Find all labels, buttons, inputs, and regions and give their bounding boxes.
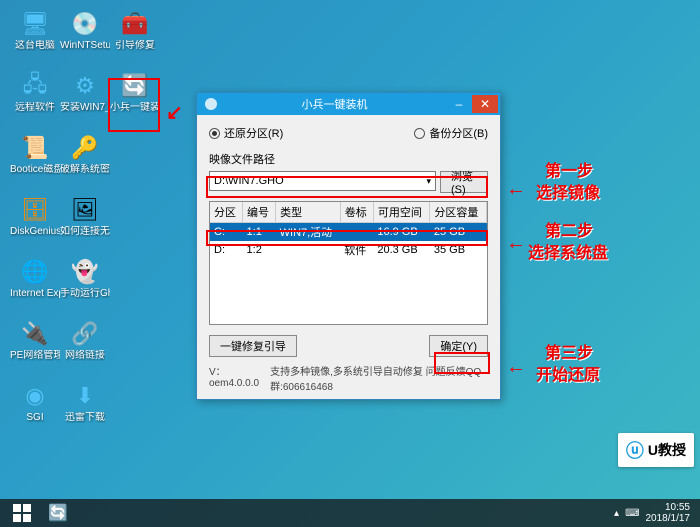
step1-sub: 选择镜像: [536, 184, 600, 204]
icon-pe-network[interactable]: 🔌 PE网络管理器: [11, 318, 59, 370]
image-icon: 🖼: [69, 194, 101, 226]
path-label: 映像文件路径: [209, 151, 488, 167]
icon-bootice[interactable]: 📜 Bootice磁盘工具: [11, 132, 59, 184]
app-icon: 🔄: [48, 503, 68, 523]
step2-title: 第二步: [545, 222, 593, 242]
icon-ghost[interactable]: 👻 手动运行Ghost: [61, 256, 109, 308]
close-button[interactable]: ✕: [472, 95, 498, 113]
step1-title: 第一步: [545, 162, 593, 182]
icon-sgi[interactable]: ◉ SGI: [11, 380, 59, 432]
system-tray[interactable]: ▴ ⌨ 10:55 2018/1/17: [614, 502, 696, 524]
desktop: 🖥 这台电脑 💿 WinNTSetup 🧰 引导修复 🖧 远程软件 ⚙ 安装WI…: [0, 0, 700, 499]
icon-thunder[interactable]: ⬇ 迅雷下载: [61, 380, 109, 432]
icon-winntsetup[interactable]: 💿 WinNTSetup: [61, 8, 109, 60]
tray-up-icon[interactable]: ▴: [614, 508, 619, 519]
step3-title: 第三步: [545, 344, 593, 364]
icon-this-pc[interactable]: 🖥 这台电脑: [11, 8, 59, 60]
highlight-path-box: [206, 176, 488, 198]
icon-install-win7[interactable]: ⚙ 安装WIN7_64...: [61, 70, 109, 122]
highlight-ok-box: [434, 352, 490, 374]
repair-boot-button[interactable]: 一键修复引导: [209, 335, 297, 357]
sgi-icon: ◉: [19, 380, 51, 412]
icon-net-conn[interactable]: 🔗 网络链接: [61, 318, 109, 370]
window-title: 小兵一键装机: [223, 96, 446, 112]
radio-restore[interactable]: 还原分区(R): [209, 125, 283, 141]
brand-logo: ⓤ U教授: [618, 433, 694, 467]
icon-wifi-help[interactable]: 🖼 如何连接无线网络: [61, 194, 109, 246]
watermark-text: JIAOSHOU.COM: [280, 260, 404, 275]
gear-icon: ⚙: [69, 70, 101, 102]
disk-icon: 🗄: [19, 194, 51, 226]
disc-icon: 💿: [69, 8, 101, 40]
radio-icon: [209, 128, 220, 139]
table-header-row: 分区 编号 类型 卷标 可用空间 分区容量: [210, 202, 487, 223]
ie-icon: 🌐: [19, 256, 51, 288]
minimize-button[interactable]: –: [446, 95, 472, 113]
network-icon: 🔌: [19, 318, 51, 350]
arrow-icon: ←: [506, 232, 526, 255]
arrow-icon: ←: [506, 178, 526, 201]
keyboard-icon[interactable]: ⌨: [625, 508, 639, 519]
icon-boot-repair[interactable]: 🧰 引导修复: [111, 8, 159, 60]
radio-icon: [414, 128, 425, 139]
toolbox-icon: 🧰: [119, 8, 151, 40]
highlight-icon-box: [108, 78, 160, 132]
taskbar: 🔄 ▴ ⌨ 10:55 2018/1/17: [0, 499, 700, 527]
monitor-icon: 🖥: [19, 8, 51, 40]
icon-crack-pwd[interactable]: 🔑 破解系统密码: [61, 132, 109, 184]
step2-sub: 选择系统盘: [528, 244, 608, 264]
start-button[interactable]: [4, 500, 40, 526]
clock[interactable]: 10:55 2018/1/17: [646, 502, 691, 524]
arrow-icon: ←: [506, 356, 526, 379]
icon-diskgenius[interactable]: 🗄 DiskGenius分区工具: [11, 194, 59, 246]
icon-ie[interactable]: 🌐 Internet Explorer: [11, 256, 59, 308]
version-text: V：oem4.0.0.0: [209, 363, 262, 393]
nt-icon: 🔑: [69, 132, 101, 164]
thunder-icon: ⬇: [69, 380, 101, 412]
titlebar[interactable]: 小兵一键装机 – ✕: [197, 93, 500, 115]
arrow-icon: ↙: [166, 100, 183, 125]
ghost-icon: 👻: [69, 256, 101, 288]
step3-sub: 开始还原: [536, 366, 600, 386]
script-icon: 📜: [19, 132, 51, 164]
app-titlebar-icon: [203, 96, 219, 112]
radio-backup[interactable]: 备份分区(B): [414, 125, 488, 141]
icon-remote[interactable]: 🖧 远程软件: [11, 70, 59, 122]
link-icon: 🔗: [69, 318, 101, 350]
brand-u-icon: ⓤ: [626, 437, 644, 463]
windows-icon: [12, 503, 32, 523]
highlight-row-box: [206, 230, 488, 246]
remote-icon: 🖧: [19, 70, 51, 102]
taskbar-app[interactable]: 🔄: [40, 500, 76, 526]
